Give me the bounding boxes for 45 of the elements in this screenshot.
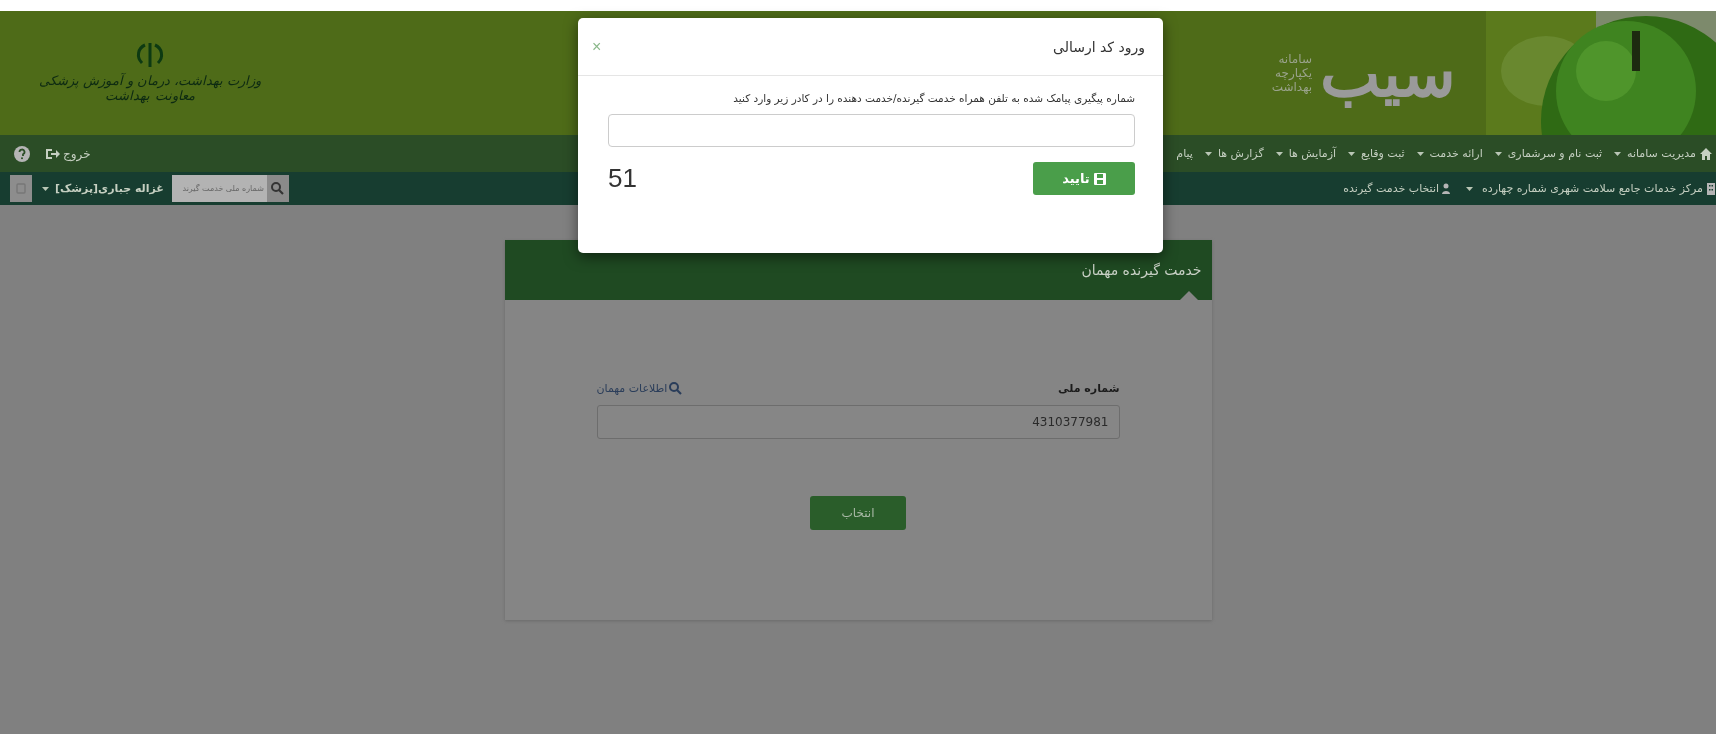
- caret-icon: [1416, 151, 1424, 156]
- menu-item[interactable]: پیام: [1176, 147, 1193, 160]
- ministry-logo-text: معاونت بهداشت: [105, 88, 195, 103]
- code-input-field[interactable]: [608, 114, 1135, 147]
- modal-title: ورود کد ارسالی: [1053, 38, 1145, 55]
- pointer-notch: [1179, 291, 1198, 300]
- card-title: خدمت گیرنده مهمان: [1081, 262, 1202, 278]
- user-icon: [1442, 183, 1451, 194]
- system-logo: سیب: [1320, 35, 1456, 111]
- search-button[interactable]: [266, 175, 289, 202]
- caret-icon: [1348, 151, 1356, 156]
- field-label: شماره ملی: [1058, 382, 1120, 395]
- menu-item[interactable]: ثبت وقایع: [1342, 147, 1405, 160]
- home-icon: [1700, 147, 1712, 160]
- tagline-text: بهداشت: [1271, 80, 1312, 94]
- instruction-text: شماره پیگیری پیامک شده به تلفن همراه خدمت گیرنده/خدمت دهنده را در کادر زیر وارد کنید: [732, 92, 1135, 104]
- tagline-text: سامانه: [1277, 52, 1312, 66]
- confirm-button[interactable]: تایید: [1033, 162, 1135, 195]
- exit-link[interactable]: خروج: [46, 146, 91, 161]
- select-button[interactable]: انتخاب: [810, 496, 906, 530]
- health-center-menu[interactable]: مرکز خدمات جامع سلامت شهری شماره چهارده: [1460, 182, 1716, 195]
- settings-button[interactable]: [10, 175, 32, 202]
- menu-item[interactable]: ارائه خدمت: [1410, 147, 1483, 160]
- search-field[interactable]: شماره ملی خدمت گیرند: [171, 175, 289, 202]
- caret-icon: [1466, 186, 1474, 191]
- caret-icon: [1204, 151, 1212, 156]
- save-icon: [1093, 172, 1106, 185]
- menu-item[interactable]: گزارش ها: [1198, 147, 1264, 160]
- caret-icon: [1275, 151, 1283, 156]
- user-menu[interactable]: غزاله جباری[پزشک]: [36, 182, 164, 195]
- menu-item[interactable]: ثبت نام و سرشماری: [1488, 147, 1603, 160]
- caret-icon: [1614, 151, 1622, 156]
- countdown-counter: 51: [608, 163, 637, 194]
- tagline-text: یکپارچه: [1274, 66, 1312, 80]
- ministry-logo-text: وزارت بهداشت، درمان و آموزش پزشکی: [38, 73, 262, 88]
- help-icon: [14, 145, 30, 162]
- search-icon: [669, 382, 683, 395]
- national-id-field[interactable]: 4310377981: [596, 405, 1120, 439]
- search-icon: [271, 182, 285, 195]
- select-client-link[interactable]: انتخاب خدمت گیرنده: [1343, 182, 1451, 195]
- menu-item[interactable]: آزمایش ها: [1269, 147, 1337, 160]
- caret-icon: [1494, 151, 1502, 156]
- caret-icon: [42, 186, 49, 191]
- menu-item[interactable]: مدیریت سامانه: [1608, 147, 1696, 160]
- sign-out-icon: [46, 146, 60, 161]
